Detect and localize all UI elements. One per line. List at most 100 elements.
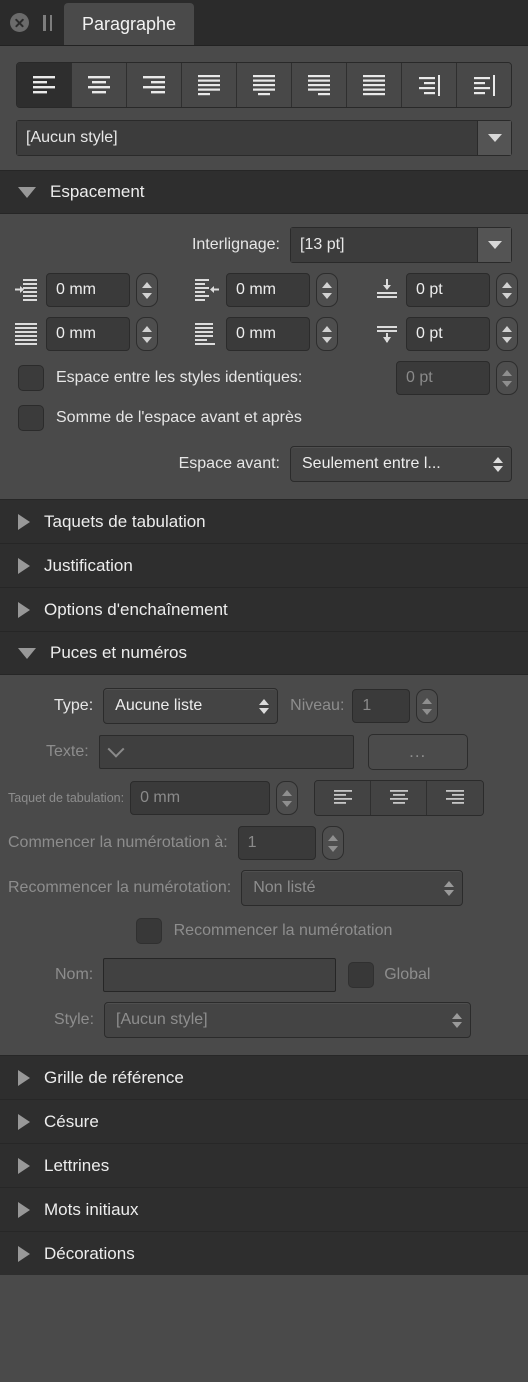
chevron-updown-icon: [444, 880, 455, 896]
paragraph-style-value[interactable]: [Aucun style]: [17, 121, 477, 155]
align-left-icon: [30, 72, 58, 98]
bullet-align-center-button[interactable]: [371, 781, 428, 815]
section-header-grille-de-reference[interactable]: Grille de référence: [0, 1055, 528, 1099]
commencer-stepper[interactable]: [321, 826, 344, 860]
panel-tab-bar: Paragraphe: [0, 0, 528, 46]
same-style-space-label: Espace entre les styles identiques:: [56, 369, 303, 386]
bullet-align-left-button[interactable]: [315, 781, 372, 815]
bullet-alignment-group: [314, 780, 485, 816]
panel-body: [Aucun style] Espacement Interlignage: […: [0, 46, 528, 1275]
space-after-input[interactable]: 0 pt: [406, 317, 490, 351]
pause-grip-icon[interactable]: [43, 14, 52, 31]
space-before-mode-popup[interactable]: Seulement entre l...: [290, 446, 512, 482]
sum-space-checkbox[interactable]: [18, 405, 44, 431]
section-header-lettrines[interactable]: Lettrines: [0, 1143, 528, 1187]
recommencer-check-label: Recommencer la numérotation: [173, 922, 393, 939]
indent-first-line-input[interactable]: 0 mm: [46, 273, 130, 307]
interlignage-dropdown-button[interactable]: [477, 228, 511, 262]
section-title-grille-de-reference: Grille de référence: [44, 1067, 184, 1087]
niveau-input[interactable]: 1: [352, 689, 411, 723]
section-header-puces-et-numeros[interactable]: Puces et numéros: [0, 631, 528, 675]
justify-right-icon: [305, 72, 333, 98]
indent-left-stepper[interactable]: [136, 317, 158, 351]
indent-last-line-input[interactable]: 0 mm: [226, 317, 310, 351]
align-left-icon: [330, 788, 356, 808]
triangle-right-icon: [18, 1113, 30, 1130]
texte-input[interactable]: [98, 735, 354, 769]
indent-left-input[interactable]: 0 mm: [46, 317, 130, 351]
justify-right-button[interactable]: [292, 63, 347, 107]
same-style-space-row: Espace entre les styles identiques: 0 pt: [0, 356, 528, 400]
indent-last-line-stepper[interactable]: [316, 317, 338, 351]
section-title-options-d-enchainement: Options d'enchaînement: [44, 599, 228, 619]
commencer-input[interactable]: 1: [237, 826, 316, 860]
section-title-espacement: Espacement: [50, 182, 145, 201]
section-header-justification[interactable]: Justification: [0, 543, 528, 587]
same-style-space-stepper[interactable]: [496, 361, 518, 395]
align-right-button[interactable]: [127, 63, 182, 107]
style-value: [Aucun style]: [116, 1011, 208, 1028]
taquet-row: Taquet de tabulation: 0 mm: [0, 775, 528, 821]
type-niveau-row: Type: Aucune liste Niveau: 1: [0, 683, 528, 729]
niveau-stepper[interactable]: [416, 689, 439, 723]
alignment-row: [0, 46, 528, 108]
space-before-mode-value: Seulement entre l...: [302, 455, 441, 472]
section-header-options-d-enchainement[interactable]: Options d'enchaînement: [0, 587, 528, 631]
nom-label: Nom:: [55, 966, 94, 983]
indent-right-group: 0 mm: [194, 273, 338, 307]
nom-input[interactable]: [103, 958, 337, 992]
triangle-right-icon: [18, 1245, 30, 1262]
section-header-mots-initiaux[interactable]: Mots initiaux: [0, 1187, 528, 1231]
paragraph-style-dropdown-button[interactable]: [477, 121, 511, 155]
close-icon[interactable]: [10, 13, 29, 32]
interlignage-value[interactable]: [13 pt]: [291, 228, 477, 262]
space-before-input[interactable]: 0 pt: [406, 273, 490, 307]
section-header-espacement[interactable]: Espacement: [0, 170, 528, 214]
indent-left-group: 0 mm: [14, 317, 158, 351]
space-before-mode-row: Espace avant: Seulement entre l...: [0, 436, 528, 487]
interlignage-label: Interlignage:: [191, 236, 280, 253]
section-header-cesure[interactable]: Césure: [0, 1099, 528, 1143]
recommencer-select-popup[interactable]: Non listé: [241, 870, 464, 906]
recommencer-select-value: Non listé: [253, 879, 316, 896]
indent-right-input[interactable]: 0 mm: [226, 273, 310, 307]
align-right-margin-button[interactable]: [402, 63, 457, 107]
align-center-button[interactable]: [72, 63, 127, 107]
nom-row: Nom: Global: [0, 949, 528, 997]
indent-first-line-stepper[interactable]: [136, 273, 158, 307]
interlignage-combo[interactable]: [13 pt]: [290, 227, 512, 263]
section-header-decorations[interactable]: Décorations: [0, 1231, 528, 1275]
style-popup[interactable]: [Aucun style]: [104, 1002, 472, 1038]
section-title-mots-initiaux: Mots initiaux: [44, 1199, 139, 1219]
space-after-stepper[interactable]: [496, 317, 518, 351]
paragraph-style-combo[interactable]: [Aucun style]: [16, 120, 512, 156]
justify-all-button[interactable]: [347, 63, 402, 107]
recommencer-checkbox[interactable]: [135, 918, 162, 944]
triangle-right-icon: [18, 557, 30, 574]
section-title-decorations: Décorations: [44, 1243, 135, 1263]
texte-more-button[interactable]: ...: [367, 734, 468, 770]
niveau-label: Niveau:: [290, 697, 345, 714]
align-left-button[interactable]: [17, 63, 72, 107]
bullet-align-right-button[interactable]: [427, 781, 484, 815]
indent-right-stepper[interactable]: [316, 273, 338, 307]
justify-center-button[interactable]: [237, 63, 292, 107]
triangle-down-icon: [487, 134, 502, 142]
indent-first-line-group: 0 mm: [14, 273, 158, 307]
style-label: Style:: [54, 1011, 95, 1028]
align-left-margin-button[interactable]: [457, 63, 511, 107]
chevron-down-icon[interactable]: [107, 740, 125, 758]
same-style-space-input[interactable]: 0 pt: [396, 361, 490, 395]
same-style-space-checkbox[interactable]: [18, 365, 44, 391]
section-header-taquets-de-tabulation[interactable]: Taquets de tabulation: [0, 499, 528, 543]
taquet-stepper[interactable]: [276, 781, 299, 815]
tab-paragraphe[interactable]: Paragraphe: [64, 3, 195, 45]
taquet-input[interactable]: 0 mm: [130, 781, 271, 815]
space-before-stepper[interactable]: [496, 273, 518, 307]
global-checkbox[interactable]: [348, 962, 375, 988]
taquet-label: Taquet de tabulation:: [8, 791, 125, 805]
justify-left-button[interactable]: [182, 63, 237, 107]
texte-row: Texte: ...: [0, 729, 528, 775]
type-popup[interactable]: Aucune liste: [103, 688, 279, 724]
texte-more-label: ...: [409, 742, 427, 761]
